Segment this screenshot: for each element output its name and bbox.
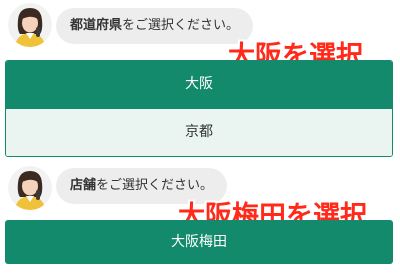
- prompt-text: をご選択ください。: [122, 18, 240, 33]
- operator-avatar-icon: [8, 3, 52, 47]
- option-osaka[interactable]: 大阪: [6, 61, 392, 108]
- option-kyoto[interactable]: 京都: [6, 108, 392, 156]
- prompt-keyword: 都道府県: [70, 18, 123, 33]
- prefecture-options: 大阪 京都: [5, 60, 393, 157]
- prompt-bubble-prefecture: 都道府県をご選択ください。: [56, 8, 254, 44]
- operator-avatar-icon: [8, 166, 52, 210]
- prompt-keyword: 店舗: [70, 178, 97, 193]
- option-osaka-umeda[interactable]: 大阪梅田: [5, 220, 393, 264]
- prompt-text: をご選択ください。: [96, 178, 214, 193]
